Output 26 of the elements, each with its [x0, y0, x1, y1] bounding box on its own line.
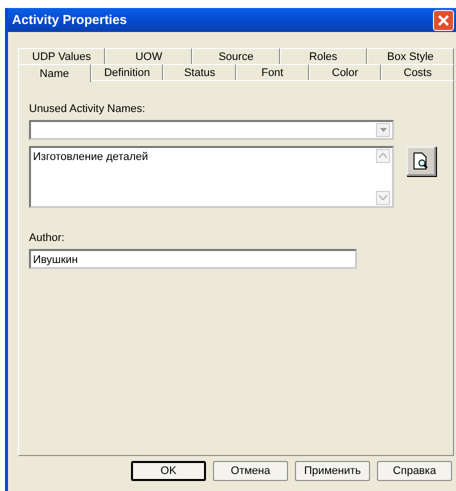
- document-magnifier-icon: [413, 152, 429, 170]
- caret-icon: [380, 128, 386, 132]
- field-label: Unused Activity Names:: [29, 102, 146, 117]
- preview-button[interactable]: [406, 146, 436, 176]
- dialog-button[interactable]: OK: [131, 461, 206, 481]
- tab[interactable]: Source: [192, 48, 280, 64]
- tab[interactable]: Color: [308, 64, 382, 80]
- tab[interactable]: Roles: [280, 48, 367, 64]
- close-button[interactable]: [433, 10, 454, 30]
- tab[interactable]: UOW: [105, 48, 192, 64]
- tab[interactable]: Name: [18, 64, 91, 82]
- dialog-button[interactable]: Справка: [377, 461, 452, 481]
- author-field[interactable]: Ивушкин: [29, 249, 357, 269]
- close-icon: [437, 14, 450, 26]
- tab[interactable]: Costs: [381, 64, 454, 80]
- tab[interactable]: Box Style: [366, 48, 454, 64]
- tab[interactable]: Definition: [90, 64, 164, 80]
- unused-names-combo[interactable]: [29, 120, 394, 140]
- window-title: Activity Properties: [12, 11, 127, 30]
- tab[interactable]: Font: [236, 64, 309, 80]
- tab[interactable]: Status: [163, 64, 236, 80]
- dropdown-button[interactable]: [376, 123, 390, 138]
- dialog-button[interactable]: Отмена: [213, 461, 288, 481]
- dialog-button[interactable]: Применить: [295, 461, 370, 481]
- tab[interactable]: UDP Values: [18, 48, 106, 64]
- field-label: Author:: [29, 230, 66, 246]
